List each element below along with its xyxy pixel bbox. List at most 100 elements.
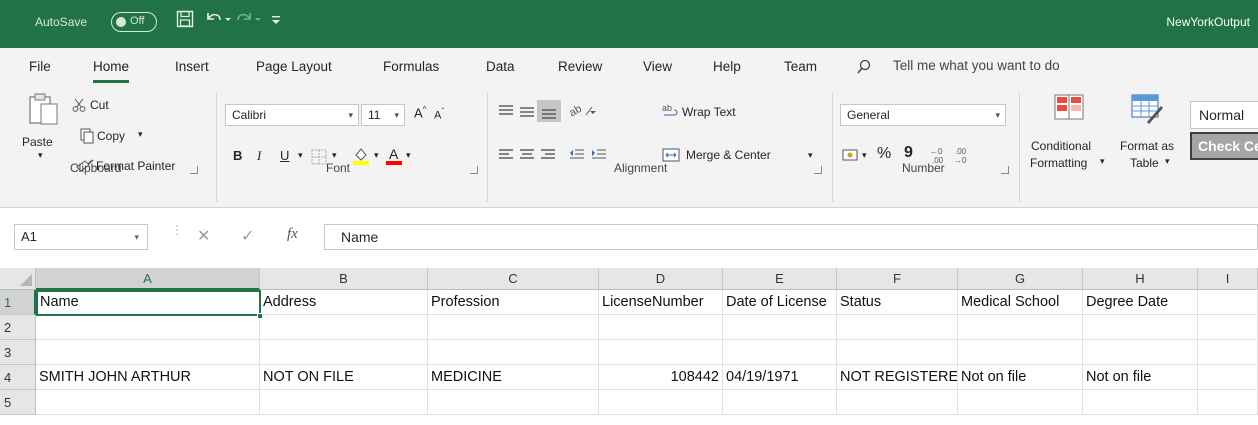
number-launcher-icon[interactable] [1001, 166, 1009, 174]
fill-handle[interactable] [257, 313, 263, 319]
cell-c1[interactable]: Profession [428, 290, 599, 315]
cell-g1[interactable]: Medical School [958, 290, 1083, 315]
column-header-h[interactable]: H [1083, 268, 1198, 290]
align-center-icon[interactable] [519, 148, 535, 165]
borders-dropdown-caret[interactable]: ▾ [332, 150, 337, 161]
cell-g3[interactable] [958, 340, 1083, 365]
formula-bar-handle-icon[interactable]: ⋮ [171, 223, 183, 237]
increase-indent-icon[interactable] [591, 148, 607, 165]
decrease-indent-icon[interactable] [569, 148, 585, 165]
cell-c2[interactable] [428, 315, 599, 340]
font-color-icon[interactable]: A [386, 146, 402, 169]
fill-color-icon[interactable] [352, 146, 370, 169]
format-as-table-label-1[interactable]: Format as [1120, 139, 1174, 153]
tab-formulas[interactable]: Formulas [383, 59, 439, 74]
percent-button[interactable]: % [877, 145, 891, 163]
insert-function-icon[interactable]: fx [287, 226, 298, 243]
copy-icon[interactable] [80, 128, 94, 147]
cell-f1[interactable]: Status [837, 290, 958, 315]
cell-h3[interactable] [1083, 340, 1198, 365]
cell-e5[interactable] [723, 390, 837, 415]
bold-button[interactable]: B [233, 148, 242, 163]
cell-b1[interactable]: Address [260, 290, 428, 315]
cell-i1[interactable] [1198, 290, 1258, 315]
cell-a4[interactable]: SMITH JOHN ARTHUR [36, 365, 260, 390]
comma-style-button[interactable]: 9 [904, 144, 913, 162]
cell-e1[interactable]: Date of License [723, 290, 837, 315]
wrap-text-button[interactable]: Wrap Text [682, 105, 736, 119]
column-header-i[interactable]: I [1198, 268, 1258, 290]
tab-file[interactable]: File [29, 59, 51, 74]
tab-insert[interactable]: Insert [175, 59, 209, 74]
redo-icon[interactable] [236, 10, 264, 35]
cut-button[interactable]: Cut [90, 98, 109, 112]
tab-help[interactable]: Help [713, 59, 741, 74]
customize-toolbar-icon[interactable] [270, 10, 282, 35]
row-header-5[interactable]: 5 [0, 390, 36, 415]
decrease-decimal-icon[interactable]: .00 →0 [954, 146, 976, 167]
cut-icon[interactable] [72, 98, 86, 115]
conditional-formatting-icon[interactable] [1054, 94, 1084, 125]
cell-e4[interactable]: 04/19/1971 [723, 365, 837, 390]
italic-button[interactable]: I [257, 148, 261, 164]
fill-color-dropdown-caret[interactable]: ▾ [374, 150, 379, 161]
cell-d3[interactable] [599, 340, 723, 365]
column-header-d[interactable]: D [599, 268, 723, 290]
format-as-table-label-2[interactable]: Table [1130, 156, 1159, 170]
row-header-1[interactable]: 1 [0, 290, 36, 315]
accounting-dropdown-caret[interactable]: ▾ [862, 150, 867, 161]
tab-team[interactable]: Team [784, 59, 817, 74]
column-header-b[interactable]: B [260, 268, 428, 290]
decrease-font-icon[interactable]: Aˇ [434, 107, 444, 122]
cell-a3[interactable] [36, 340, 260, 365]
cell-b3[interactable] [260, 340, 428, 365]
clipboard-launcher-icon[interactable] [190, 166, 198, 174]
formula-input[interactable]: Name [324, 224, 1258, 250]
cell-f2[interactable] [837, 315, 958, 340]
alignment-launcher-icon[interactable] [814, 166, 822, 174]
orientation-icon[interactable]: ab [567, 102, 596, 121]
autosave-toggle[interactable]: Off [111, 12, 157, 32]
paste-icon[interactable] [27, 92, 61, 129]
cell-i2[interactable] [1198, 315, 1258, 340]
cell-f3[interactable] [837, 340, 958, 365]
select-all-button[interactable] [0, 268, 36, 290]
accounting-format-icon[interactable] [842, 148, 860, 165]
font-size-select[interactable]: 11 ▾ [361, 104, 405, 126]
paste-button[interactable]: Paste [22, 135, 53, 149]
number-format-select[interactable]: General ▾ [840, 104, 1006, 126]
cell-i4[interactable] [1198, 365, 1258, 390]
cell-b2[interactable] [260, 315, 428, 340]
align-bottom-icon[interactable] [537, 100, 561, 122]
font-color-dropdown-caret[interactable]: ▾ [406, 150, 411, 161]
align-top-icon[interactable] [498, 104, 514, 121]
tab-data[interactable]: Data [486, 59, 515, 74]
tab-review[interactable]: Review [558, 59, 602, 74]
cell-f4[interactable]: NOT REGISTERED [837, 365, 958, 390]
cell-g4[interactable]: Not on file [958, 365, 1083, 390]
tab-page-layout[interactable]: Page Layout [256, 59, 332, 74]
cell-h1[interactable]: Degree Date [1083, 290, 1198, 315]
undo-icon[interactable] [204, 10, 232, 35]
cell-c5[interactable] [428, 390, 599, 415]
column-header-a[interactable]: A [36, 268, 260, 290]
row-header-2[interactable]: 2 [0, 315, 36, 340]
cell-d1[interactable]: LicenseNumber [599, 290, 723, 315]
cell-i3[interactable] [1198, 340, 1258, 365]
column-header-g[interactable]: G [958, 268, 1083, 290]
align-left-icon[interactable] [498, 148, 514, 165]
cell-h5[interactable] [1083, 390, 1198, 415]
cancel-entry-icon[interactable]: ✕ [197, 226, 210, 246]
cell-c3[interactable] [428, 340, 599, 365]
cell-h2[interactable] [1083, 315, 1198, 340]
align-middle-icon[interactable] [519, 104, 535, 121]
cell-c4[interactable]: MEDICINE [428, 365, 599, 390]
cell-h4[interactable]: Not on file [1083, 365, 1198, 390]
save-icon[interactable] [176, 10, 194, 35]
underline-button[interactable]: U [280, 148, 289, 163]
conditional-formatting-label-1[interactable]: Conditional [1031, 139, 1091, 153]
cell-f5[interactable] [837, 390, 958, 415]
column-header-c[interactable]: C [428, 268, 599, 290]
underline-dropdown-caret[interactable]: ▾ [298, 150, 303, 161]
copy-dropdown-caret[interactable]: ▾ [138, 129, 143, 140]
